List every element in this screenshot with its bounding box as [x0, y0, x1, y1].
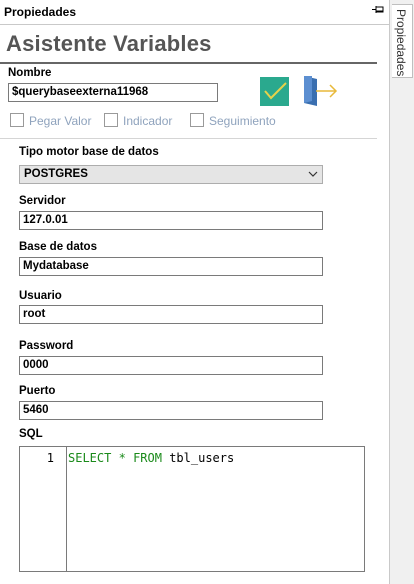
nombre-label: Nombre — [8, 67, 52, 79]
sql-code-line[interactable]: SELECT * FROM tbl_users — [68, 451, 234, 465]
checkbox-label: Indicador — [123, 114, 173, 128]
pane-header: Propiedades — [0, 0, 389, 25]
sql-keyword-from: FROM — [133, 451, 162, 465]
line-number: 1 — [46, 451, 54, 465]
section-divider — [0, 138, 377, 139]
pin-icon[interactable] — [371, 4, 385, 18]
engine-label: Tipo motor base de datos — [19, 146, 159, 158]
password-input[interactable]: 0000 — [19, 356, 323, 375]
side-panel-strip: Propiedades — [389, 0, 414, 584]
server-input[interactable]: 127.0.01 — [19, 211, 323, 230]
server-label: Servidor — [19, 195, 66, 207]
sql-label: SQL — [19, 428, 43, 440]
line-number-gutter: 1 — [20, 447, 67, 571]
sql-table-name: tbl_users — [169, 451, 235, 465]
title-divider — [0, 62, 377, 64]
engine-select[interactable]: POSTGRES — [19, 165, 323, 184]
checkbox-label: Pegar Valor — [29, 114, 92, 128]
check-icon[interactable] — [260, 77, 289, 106]
side-tab-label: Propiedades — [394, 9, 408, 77]
checkbox-box[interactable] — [104, 113, 118, 127]
pane-title: Propiedades — [4, 5, 77, 19]
exit-door-icon[interactable] — [302, 75, 338, 107]
chevron-down-icon — [308, 171, 318, 177]
page-title: Asistente Variables — [6, 31, 212, 56]
checkbox-label: Seguimiento — [209, 114, 276, 128]
nombre-input[interactable]: $querybaseexterna11968 — [8, 83, 218, 102]
database-input[interactable]: Mydatabase — [19, 257, 323, 276]
sql-editor[interactable]: 1 SELECT * FROM tbl_users — [19, 446, 365, 572]
side-tab-propiedades[interactable]: Propiedades — [392, 4, 413, 78]
port-input[interactable]: 5460 — [19, 401, 323, 420]
user-label: Usuario — [19, 290, 62, 302]
sql-star: * — [118, 451, 126, 465]
password-label: Password — [19, 340, 74, 352]
checkbox-box[interactable] — [190, 113, 204, 127]
database-label: Base de datos — [19, 241, 97, 253]
user-input[interactable]: root — [19, 305, 323, 324]
engine-select-value: POSTGRES — [24, 168, 88, 180]
sql-keyword-select: SELECT — [68, 451, 112, 465]
port-label: Puerto — [19, 385, 56, 397]
checkbox-box[interactable] — [10, 113, 24, 127]
